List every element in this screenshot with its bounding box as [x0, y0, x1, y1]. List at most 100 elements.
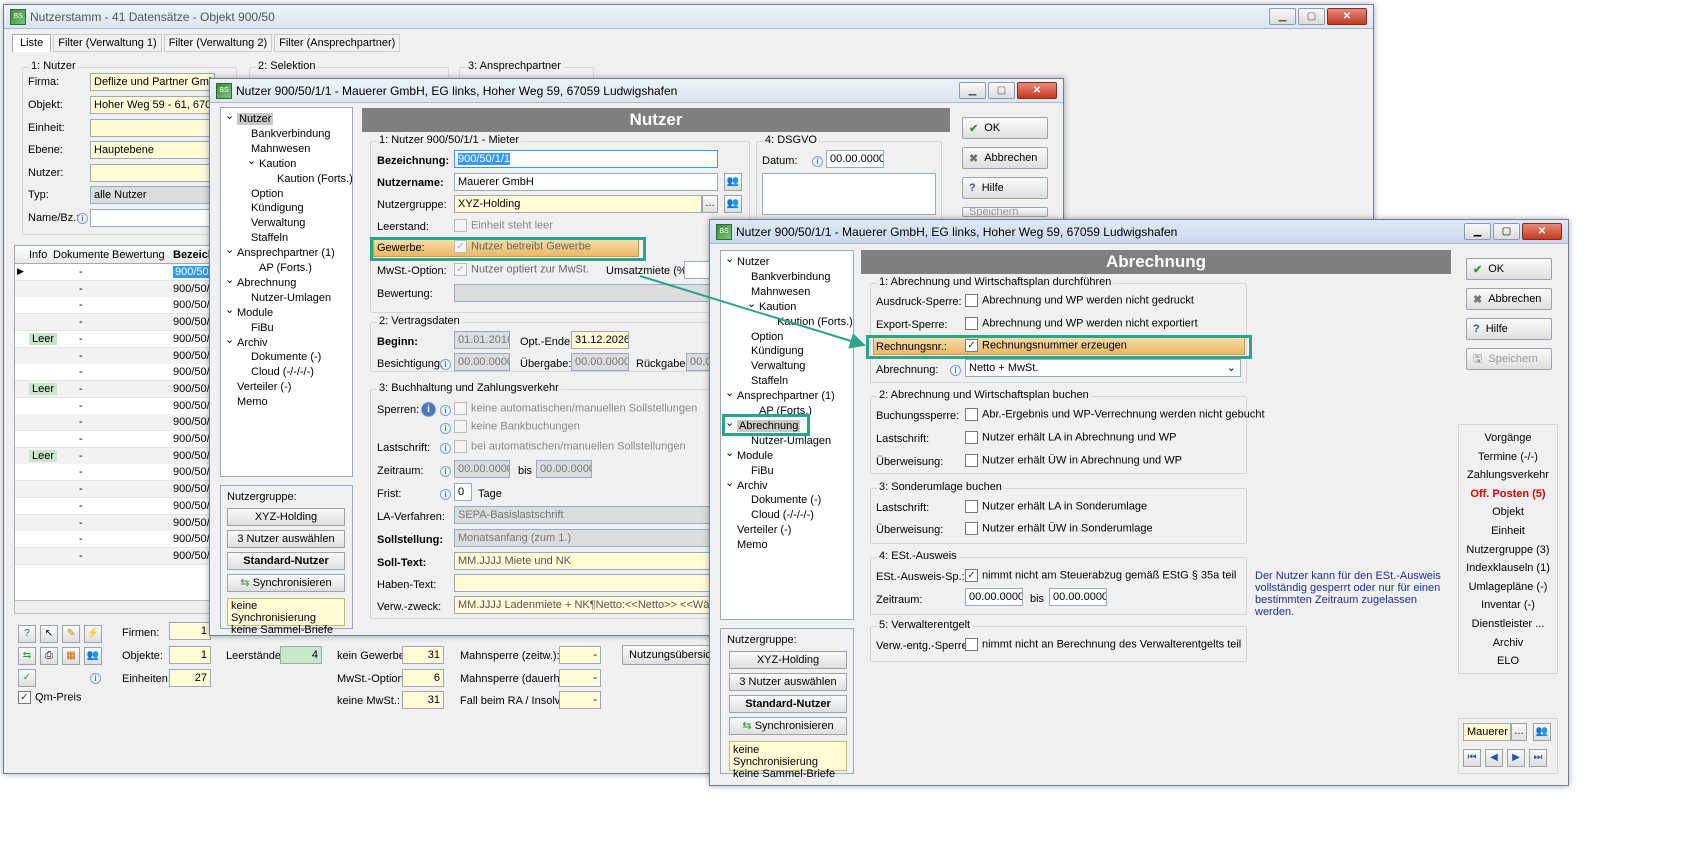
tree-item[interactable]: Staffeln	[751, 374, 788, 388]
tab-liste[interactable]: Liste	[12, 34, 52, 52]
speichern-button[interactable]: Speichern	[962, 207, 1048, 217]
synchronisieren-button[interactable]: ⇆ Synchronisieren	[729, 717, 847, 735]
nav-link[interactable]: ELO	[1459, 652, 1557, 670]
maximize-icon[interactable]: ▢	[1493, 223, 1520, 240]
sollstellungen-checkbox[interactable]: keine automatischen/manuellen Sollstellu…	[454, 402, 697, 415]
tree-item[interactable]: Mahnwesen	[251, 142, 310, 156]
table-row[interactable]: - 900/50/2	[15, 547, 213, 565]
tree-item[interactable]: Verwaltung	[251, 216, 305, 230]
tree-item[interactable]: Cloud (-/-/-/-)	[251, 365, 314, 379]
tab-filter-ansprechpartner[interactable]: Filter (Ansprechpartner)	[274, 34, 401, 52]
leerstand-checkbox[interactable]: Einheit steht leer	[454, 219, 553, 232]
chevron-down-icon[interactable]: ⌄	[225, 273, 234, 287]
frist-field[interactable]: 0	[454, 483, 472, 501]
maximize-icon[interactable]: ▢	[988, 82, 1015, 99]
objekt-field[interactable]: Hoher Weg 59 - 61, 67059	[90, 96, 215, 114]
tree-item[interactable]: Cloud (-/-/-/-)	[751, 508, 814, 522]
ebene-field[interactable]: Hauptebene	[90, 141, 215, 159]
ellipsis-button[interactable]: …	[702, 195, 718, 213]
table-row[interactable]: - 900/50/1	[15, 464, 213, 482]
close-icon[interactable]: ✕	[1017, 82, 1057, 99]
nutzungsuebersicht-button[interactable]: Nutzungsübersicht	[622, 645, 722, 665]
lastschrift-checkbox[interactable]: Nutzer erhält LA in Abrechnung und WP	[965, 431, 1176, 444]
verwalterentgelt-checkbox[interactable]: nimmt nicht an Berechnung des Verwaltere…	[965, 638, 1241, 651]
col-bewertung[interactable]: Bewertung	[112, 249, 165, 261]
tree-item[interactable]: ⌄ Kaution	[747, 298, 796, 314]
ok-button[interactable]: ✔ OK	[962, 117, 1048, 139]
table-row[interactable]: Leer - 900/50/1	[15, 447, 213, 465]
firma-field[interactable]: Deflize und Partner GmbH	[90, 73, 215, 91]
table-row[interactable]: - 900/50/2	[15, 497, 213, 515]
buchungssperre-checkbox[interactable]: Abr.-Ergebnis und WP-Verrechnung werden …	[965, 408, 1265, 421]
standard-nutzer-button[interactable]: Standard-Nutzer	[227, 552, 345, 570]
tree-item[interactable]: ⌄ Kaution	[247, 155, 296, 171]
tree-item[interactable]: AP (Forts.)	[259, 261, 312, 275]
zeitraum-bis-field[interactable]: 00.00.0000	[1049, 588, 1107, 606]
help-icon[interactable]: ?	[18, 625, 36, 643]
contacts-icon[interactable]: 👥	[724, 173, 742, 191]
maximize-icon[interactable]: ▢	[1298, 8, 1325, 25]
tree-item[interactable]: ⌄ Module	[225, 304, 273, 320]
table-row[interactable]: - 900/50/2	[15, 481, 213, 499]
chevron-down-icon[interactable]: ⌄	[747, 297, 756, 311]
tree-item[interactable]: ⌄ Abrechnung	[225, 274, 296, 290]
einheit-field[interactable]	[90, 119, 215, 137]
pencil-icon[interactable]: ✎	[62, 625, 80, 643]
nav-link[interactable]: Dienstleister ...	[1459, 615, 1557, 633]
tree-item[interactable]: Memo	[737, 538, 768, 552]
info-icon[interactable]: i	[421, 402, 436, 417]
datum-field[interactable]: 00.00.0000	[826, 150, 884, 168]
hilfe-button[interactable]: ? Hilfe	[962, 177, 1048, 199]
first-record-icon[interactable]: ⏮	[1463, 749, 1481, 767]
contacts-icon[interactable]: 👥	[724, 195, 742, 213]
users-icon[interactable]: 👥	[84, 647, 102, 665]
tree-item[interactable]: Nutzer-Umlagen	[251, 291, 331, 305]
chevron-down-icon[interactable]: ⌄	[225, 303, 234, 317]
tree-item[interactable]: ⌄ Module	[725, 447, 773, 463]
nav-link[interactable]: Indexklauseln (1)	[1459, 559, 1557, 577]
print-icon[interactable]: ⎙	[40, 647, 58, 665]
minimize-icon[interactable]: ▁	[1269, 8, 1296, 25]
soll-text-field[interactable]: MM.JJJJ Miete und NK	[454, 552, 744, 570]
standard-nutzer-button[interactable]: Standard-Nutzer	[729, 695, 847, 713]
tree-item[interactable]: ⌄ Ansprechpartner (1)	[725, 387, 835, 403]
uebergabe-field[interactable]: 00.00.0000	[571, 353, 629, 371]
nav-link[interactable]: Vorgänge	[1459, 429, 1557, 447]
last-record-icon[interactable]: ⏭	[1529, 749, 1547, 767]
ueberweisung-sonderumlage-checkbox[interactable]: Nutzer erhält ÜW in Sonderumlage	[965, 522, 1153, 535]
ausdruck-sperre-checkbox[interactable]: Abrechnung und WP werden nicht gedruckt	[965, 294, 1194, 307]
tree-item[interactable]: ⌄ Archiv	[725, 477, 768, 493]
nav-link[interactable]: Archiv	[1459, 634, 1557, 652]
tab-filter-verwaltung-2[interactable]: Filter (Verwaltung 2)	[163, 34, 273, 52]
nav-link[interactable]: Termine (-/-)	[1459, 448, 1557, 466]
tree-item[interactable]: Verwaltung	[751, 359, 805, 373]
chevron-down-icon[interactable]: ⌄	[225, 333, 234, 347]
beginn-field[interactable]: 01.01.2016	[454, 331, 510, 349]
nutzergruppe-button[interactable]: XYZ-Holding	[729, 651, 847, 669]
table-row[interactable]: ▶ - 900/50/1	[15, 264, 213, 281]
bezeichnung-field[interactable]: 900/50/1/1	[454, 150, 718, 168]
chevron-down-icon[interactable]: ⌄	[725, 476, 734, 490]
minimize-icon[interactable]: ▁	[959, 82, 986, 99]
zeitraum-bis-field[interactable]: 00.00.0000	[536, 460, 592, 478]
lightning-icon[interactable]: ⚡	[84, 625, 102, 643]
search-input[interactable]: Mauerer	[1463, 723, 1511, 741]
table-row[interactable]: - 900/50/1	[15, 397, 213, 415]
ellipsis-button[interactable]: …	[1511, 723, 1527, 741]
previous-record-icon[interactable]: ◀	[1485, 749, 1503, 767]
ok-button[interactable]: ✔ OK	[1466, 258, 1552, 280]
besichtigung-field[interactable]: 00.00.0000	[454, 353, 510, 371]
tree-item[interactable]: Kündigung	[251, 201, 304, 215]
tree-item[interactable]: ⌄ Nutzer	[225, 110, 274, 126]
nav-link[interactable]: Inventar (-)	[1459, 596, 1557, 614]
typ-select[interactable]: alle Nutzer	[90, 186, 215, 204]
tree-item[interactable]: Mahnwesen	[751, 285, 810, 299]
tree-item[interactable]: FiBu	[751, 464, 774, 478]
bewertung-field[interactable]	[454, 284, 744, 302]
lastschrift-checkbox[interactable]: bei automatischen/manuellen Sollstellung…	[454, 440, 686, 453]
tab-filter-verwaltung-1[interactable]: Filter (Verwaltung 1)	[53, 34, 162, 52]
hilfe-button[interactable]: ? Hilfe	[1466, 318, 1552, 340]
sollstellung-field[interactable]: Monatsanfang (zum 1.)	[454, 529, 744, 547]
table-row[interactable]: - 900/50/1	[15, 280, 213, 298]
refresh-icon[interactable]: ⇆	[18, 647, 36, 665]
